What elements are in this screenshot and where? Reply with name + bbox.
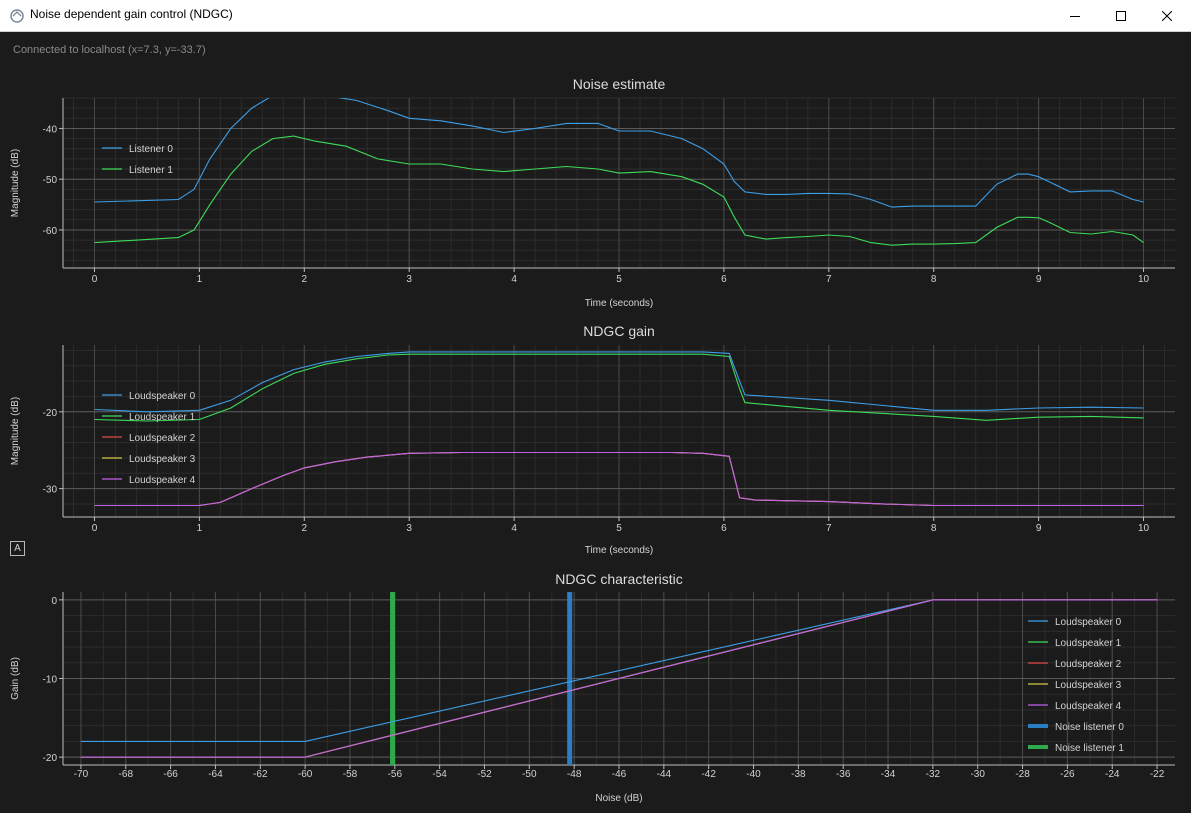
window-title: Noise dependent gain control (NDGC) bbox=[30, 7, 233, 21]
chart-1[interactable]: 0 1 2 3 4 5 6 7 8 9 10 -20 -30 NDGC gain Time (seconds… bbox=[10, 323, 1175, 556]
legend-label: Loudspeaker 2 bbox=[1055, 659, 1122, 670]
y-tick-label: -20 bbox=[43, 753, 58, 764]
x-tick-label: -38 bbox=[791, 769, 806, 780]
y-tick-label: -50 bbox=[43, 175, 58, 186]
y-tick-label: 0 bbox=[51, 596, 57, 607]
close-icon bbox=[1162, 10, 1172, 21]
y-tick-label: -20 bbox=[43, 408, 58, 419]
chart-title: NDGC gain bbox=[583, 323, 655, 339]
x-tick-label: 8 bbox=[931, 274, 937, 285]
x-tick-label: -52 bbox=[477, 769, 492, 780]
x-tick-label: -44 bbox=[657, 769, 672, 780]
x-tick-label: 6 bbox=[721, 274, 727, 285]
y-tick-label: -10 bbox=[43, 675, 58, 686]
legend-label: Loudspeaker 4 bbox=[129, 475, 196, 486]
legend-label: Loudspeaker 3 bbox=[129, 454, 196, 465]
x-tick-label: -22 bbox=[1150, 769, 1165, 780]
legend: Loudspeaker 0 Loudspeaker 1 Loudspeaker 2 L… bbox=[102, 391, 196, 486]
y-tick-label: -40 bbox=[43, 124, 58, 135]
x-tick-label: 9 bbox=[1036, 274, 1042, 285]
x-tick-label: -30 bbox=[970, 769, 985, 780]
legend-label: Loudspeaker 4 bbox=[1055, 701, 1122, 712]
maximize-button[interactable] bbox=[1098, 0, 1144, 31]
chart-title: NDGC characteristic bbox=[555, 571, 683, 587]
legend-label: Loudspeaker 3 bbox=[1055, 680, 1122, 691]
x-tick-label: -56 bbox=[388, 769, 403, 780]
x-tick-label: -48 bbox=[567, 769, 582, 780]
x-tick-label: -66 bbox=[163, 769, 178, 780]
y-tick-label: -30 bbox=[43, 485, 58, 496]
x-tick-label: 9 bbox=[1036, 523, 1042, 534]
chart-title: Noise estimate bbox=[573, 76, 666, 92]
x-tick-label: 1 bbox=[197, 274, 203, 285]
legend-label: Loudspeaker 0 bbox=[129, 391, 196, 402]
chart-2[interactable]: -70 -68 -66 -64 -62 -60 -58 -56 -54 -52 -50 -48 -46 -… bbox=[10, 571, 1175, 804]
x-tick-label: -34 bbox=[881, 769, 896, 780]
x-tick-label: -58 bbox=[343, 769, 358, 780]
x-tick-label: -62 bbox=[253, 769, 268, 780]
app-icon bbox=[10, 9, 24, 23]
legend-label: Loudspeaker 1 bbox=[1055, 638, 1122, 649]
plots-canvas[interactable]: 0 1 2 3 4 5 6 7 8 9 10-40-50-60Noise estimateTime … bbox=[0, 32, 1191, 813]
x-tick-label: -64 bbox=[208, 769, 223, 780]
x-tick-label: -32 bbox=[926, 769, 941, 780]
legend-label: Noise listener 0 bbox=[1055, 722, 1124, 733]
legend-label: Noise listener 1 bbox=[1055, 743, 1124, 754]
x-tick-label: -68 bbox=[119, 769, 134, 780]
maximize-icon bbox=[1116, 10, 1126, 21]
y-axis-label: Magnitude (dB) bbox=[10, 149, 21, 217]
x-tick-label: 5 bbox=[616, 523, 622, 534]
x-tick-label: 4 bbox=[511, 523, 517, 534]
legend-label: Loudspeaker 2 bbox=[129, 433, 196, 444]
x-tick-label: -60 bbox=[298, 769, 313, 780]
y-axis-label: Gain (dB) bbox=[10, 657, 21, 700]
x-tick-label: -28 bbox=[1015, 769, 1030, 780]
x-tick-label: -54 bbox=[432, 769, 447, 780]
x-tick-label: 2 bbox=[302, 274, 308, 285]
x-axis-label: Noise (dB) bbox=[595, 793, 642, 804]
x-tick-label: 1 bbox=[197, 523, 203, 534]
x-tick-label: 4 bbox=[511, 274, 517, 285]
x-tick-label: -26 bbox=[1060, 769, 1075, 780]
x-tick-label: 3 bbox=[406, 274, 412, 285]
y-axis-label: Magnitude (dB) bbox=[10, 397, 21, 465]
x-tick-label: -24 bbox=[1105, 769, 1120, 780]
x-tick-label: -70 bbox=[74, 769, 89, 780]
x-tick-label: 5 bbox=[616, 274, 622, 285]
x-tick-label: 6 bbox=[721, 523, 727, 534]
x-tick-label: -42 bbox=[701, 769, 716, 780]
x-tick-label: 7 bbox=[826, 523, 832, 534]
minimize-icon bbox=[1070, 15, 1080, 17]
x-tick-label: 10 bbox=[1138, 274, 1150, 285]
x-tick-label: 0 bbox=[92, 274, 98, 285]
legend-label: Listener 0 bbox=[129, 144, 173, 155]
legend: Loudspeaker 0 Loudspeaker 1 Loudspeaker 2 L… bbox=[1028, 617, 1124, 754]
x-tick-label: -40 bbox=[746, 769, 761, 780]
legend-label: Loudspeaker 0 bbox=[1055, 617, 1122, 628]
legend-label: Loudspeaker 1 bbox=[129, 412, 196, 423]
x-tick-label: -50 bbox=[522, 769, 537, 780]
chart-0[interactable]: 0 1 2 3 4 5 6 7 8 9 10 -40 -50 -60 Noise estimate Time … bbox=[10, 76, 1175, 309]
x-axis-label: Time (seconds) bbox=[585, 545, 654, 556]
y-tick-label: -60 bbox=[43, 226, 58, 237]
x-axis-label: Time (seconds) bbox=[585, 298, 654, 309]
minimize-button[interactable] bbox=[1052, 0, 1098, 31]
x-tick-label: 8 bbox=[931, 523, 937, 534]
close-button[interactable] bbox=[1144, 0, 1190, 31]
x-tick-label: -36 bbox=[836, 769, 851, 780]
title-bar: Noise dependent gain control (NDGC) bbox=[0, 0, 1191, 32]
x-tick-label: 2 bbox=[302, 523, 308, 534]
legend-label: Listener 1 bbox=[129, 165, 173, 176]
x-tick-label: -46 bbox=[612, 769, 627, 780]
x-tick-label: 0 bbox=[92, 523, 98, 534]
x-tick-label: 3 bbox=[406, 523, 412, 534]
x-tick-label: 7 bbox=[826, 274, 832, 285]
x-tick-label: 10 bbox=[1138, 523, 1150, 534]
